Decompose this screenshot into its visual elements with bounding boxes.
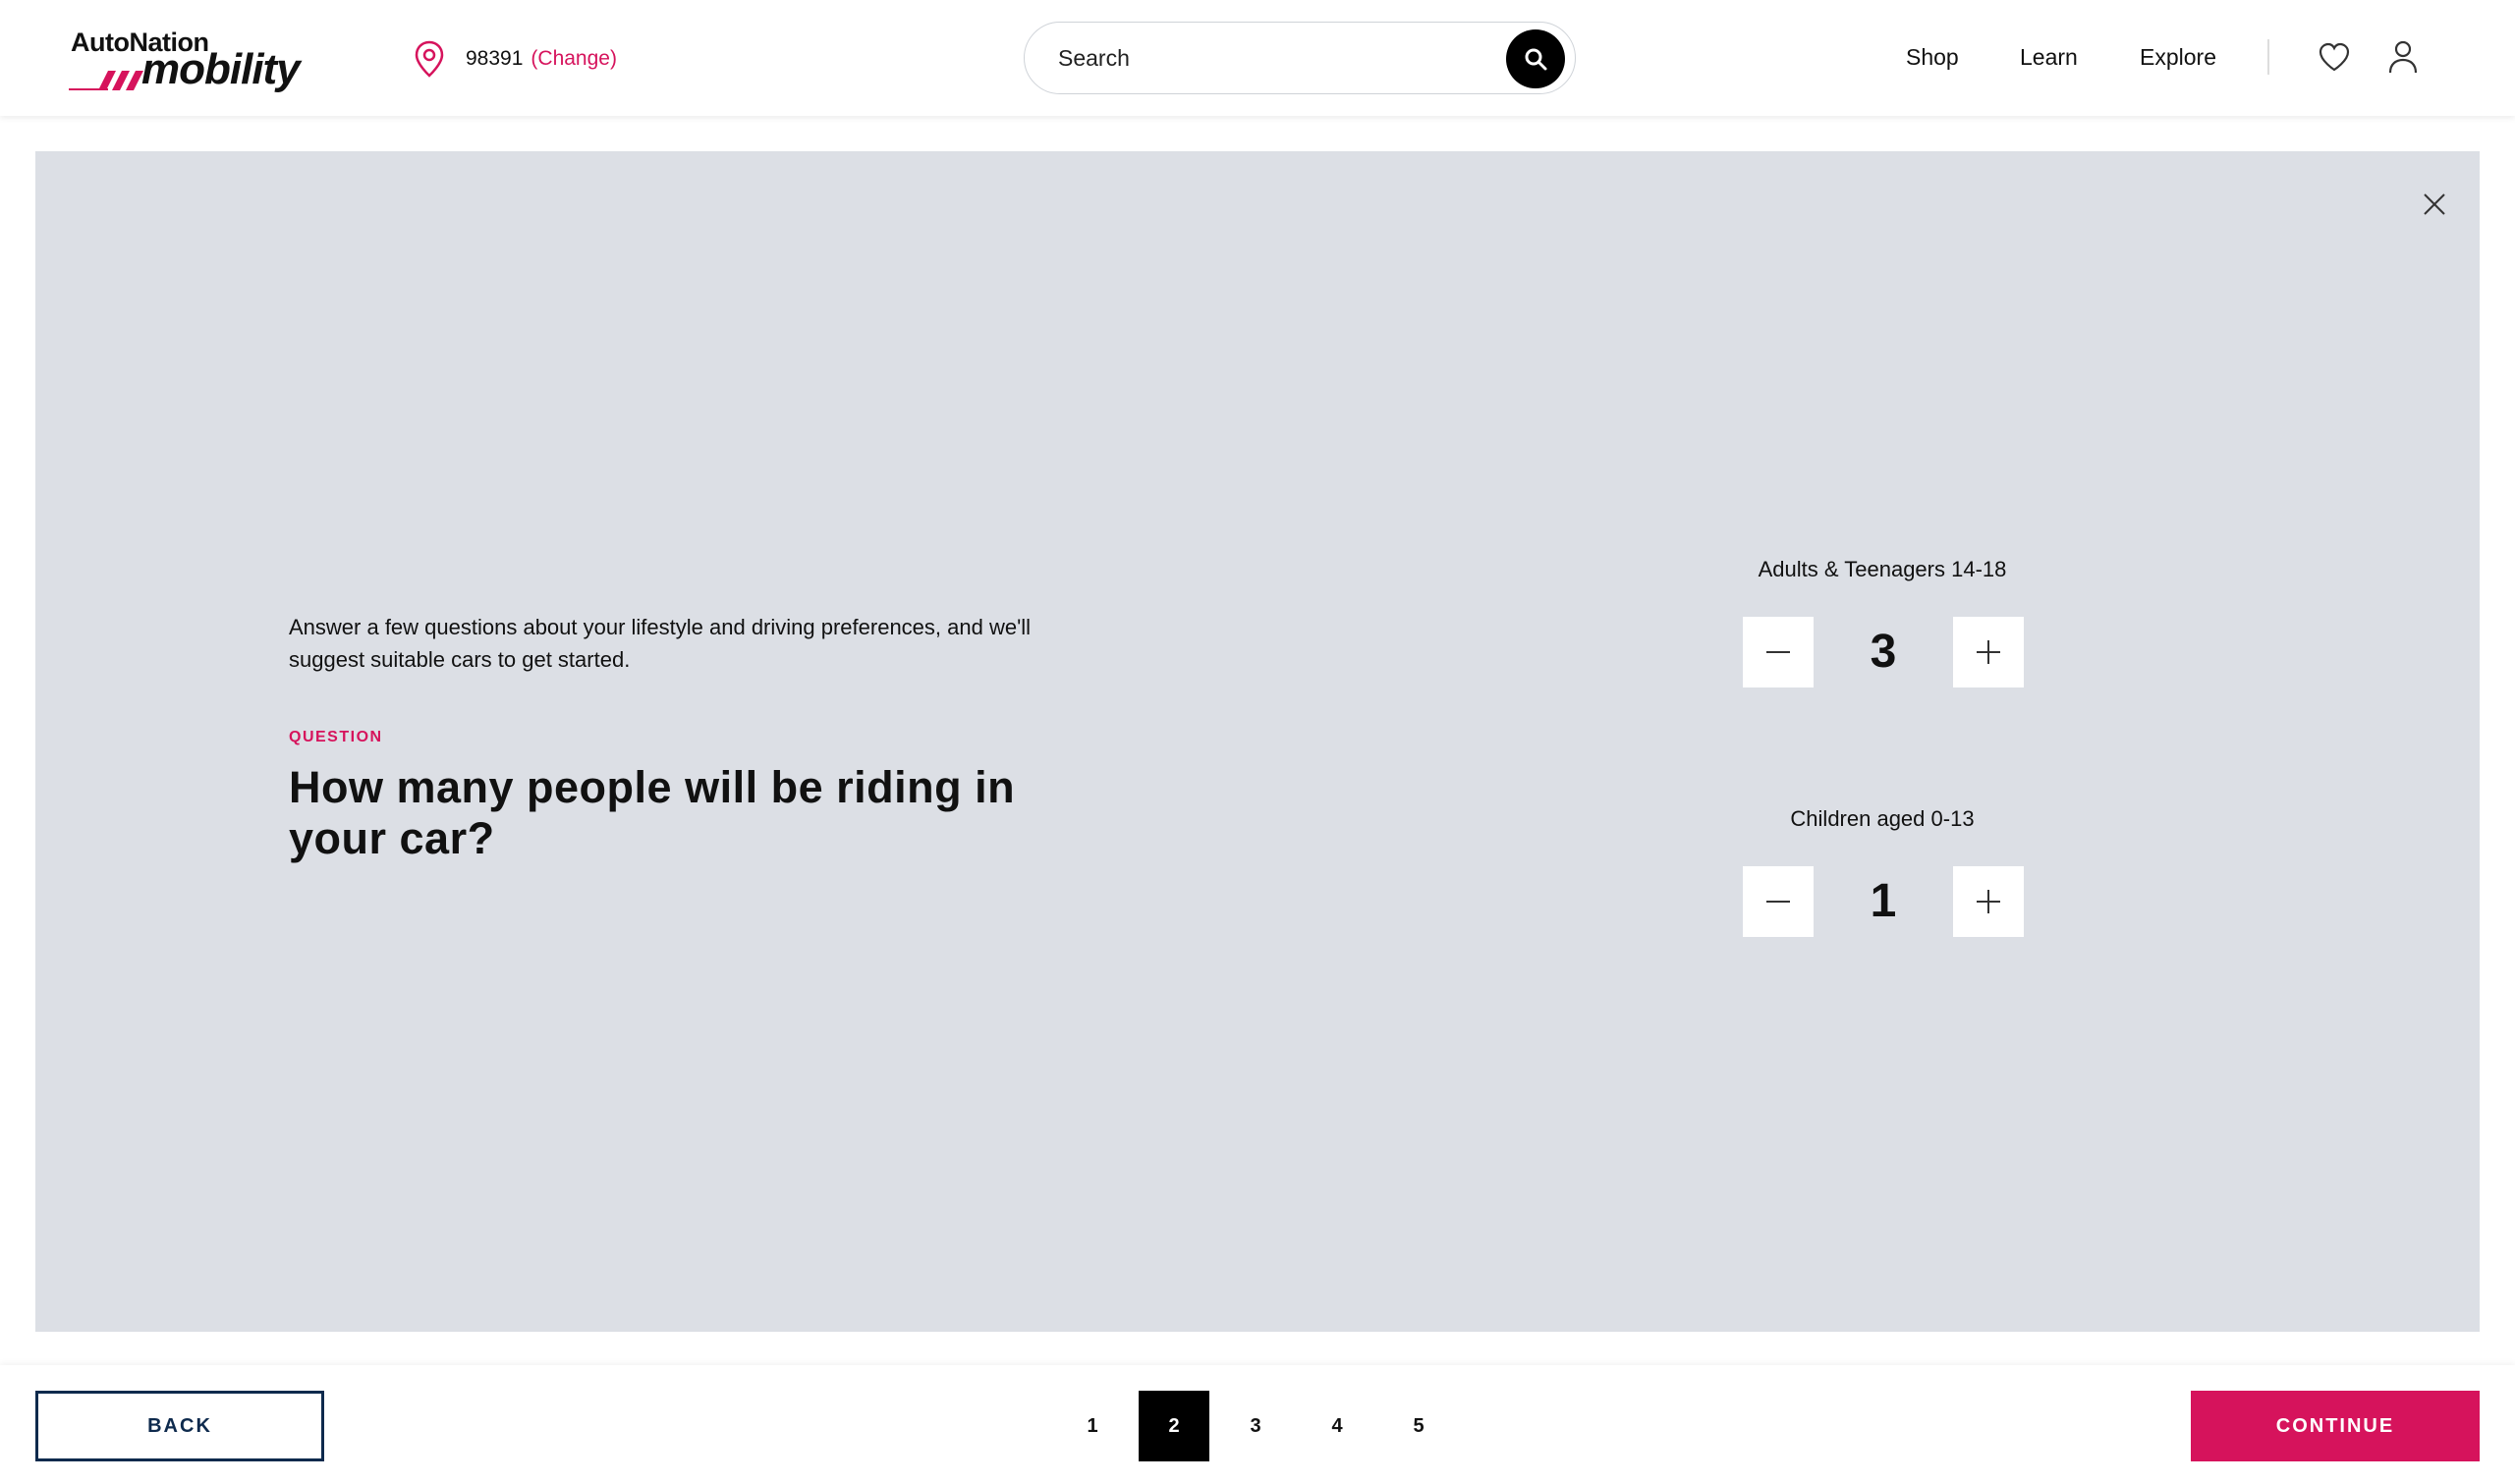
location-pin-icon xyxy=(415,40,444,78)
children-decrement-button[interactable] xyxy=(1743,866,1814,937)
step-3[interactable]: 3 xyxy=(1220,1391,1291,1461)
autonation-mobility-logo[interactable]: AutoNation mobility xyxy=(69,26,305,94)
nav-divider xyxy=(2267,39,2269,75)
adults-increment-button[interactable] xyxy=(1953,617,2024,687)
close-button[interactable] xyxy=(2413,183,2456,226)
adults-counter: Adults & Teenagers 14-18 3 xyxy=(1705,554,2059,687)
quiz-footer: BACK 1 2 3 4 5 CONTINUE xyxy=(0,1365,2515,1484)
step-5[interactable]: 5 xyxy=(1383,1391,1454,1461)
children-counter: Children aged 0-13 1 xyxy=(1705,803,2059,937)
quiz-intro: Answer a few questions about your lifest… xyxy=(289,615,1032,672)
change-location-link[interactable]: (Change) xyxy=(531,47,617,71)
children-increment-button[interactable] xyxy=(1953,866,2024,937)
quiz-panel: Answer a few questions about your lifest… xyxy=(35,151,2480,1332)
step-2[interactable]: 2 xyxy=(1139,1391,1209,1461)
question-label: QUESTION xyxy=(289,729,383,745)
back-button[interactable]: BACK xyxy=(35,1391,324,1461)
adults-decrement-button[interactable] xyxy=(1743,617,1814,687)
heart-icon xyxy=(2319,42,2350,72)
plus-icon xyxy=(1977,890,2000,913)
favorites-button[interactable] xyxy=(2315,37,2354,77)
adults-count: 3 xyxy=(1870,626,1897,678)
minus-icon xyxy=(1766,901,1790,903)
site-header: AutoNation mobility 98391 (Change) Shop … xyxy=(0,0,2515,116)
logo-stripes-icon xyxy=(69,71,143,90)
nav-learn[interactable]: Learn xyxy=(2020,37,2078,77)
counter-label: Children aged 0-13 xyxy=(1790,806,1975,831)
user-icon xyxy=(2388,40,2418,74)
search-icon xyxy=(1525,48,1547,71)
nav-explore[interactable]: Explore xyxy=(2140,37,2216,77)
counter-label: Adults & Teenagers 14-18 xyxy=(1758,557,2007,581)
step-pagination: 1 2 3 4 5 xyxy=(1057,1391,1465,1461)
close-icon xyxy=(2424,193,2445,215)
plus-icon xyxy=(1977,640,2000,664)
zip-code: 98391 xyxy=(466,47,524,70)
question-title: How many people will be riding in your c… xyxy=(289,762,1016,863)
search-bar xyxy=(1024,22,1576,94)
location-selector: 98391 (Change) xyxy=(413,39,617,79)
account-button[interactable] xyxy=(2383,37,2423,77)
children-count: 1 xyxy=(1870,875,1897,927)
step-4[interactable]: 4 xyxy=(1302,1391,1372,1461)
search-button[interactable] xyxy=(1506,29,1565,88)
logo-text-bottom: mobility xyxy=(141,45,301,93)
minus-icon xyxy=(1766,651,1790,653)
continue-button[interactable]: CONTINUE xyxy=(2191,1391,2480,1461)
search-input[interactable] xyxy=(1058,38,1490,78)
step-1[interactable]: 1 xyxy=(1057,1391,1128,1461)
nav-shop[interactable]: Shop xyxy=(1906,37,1959,77)
